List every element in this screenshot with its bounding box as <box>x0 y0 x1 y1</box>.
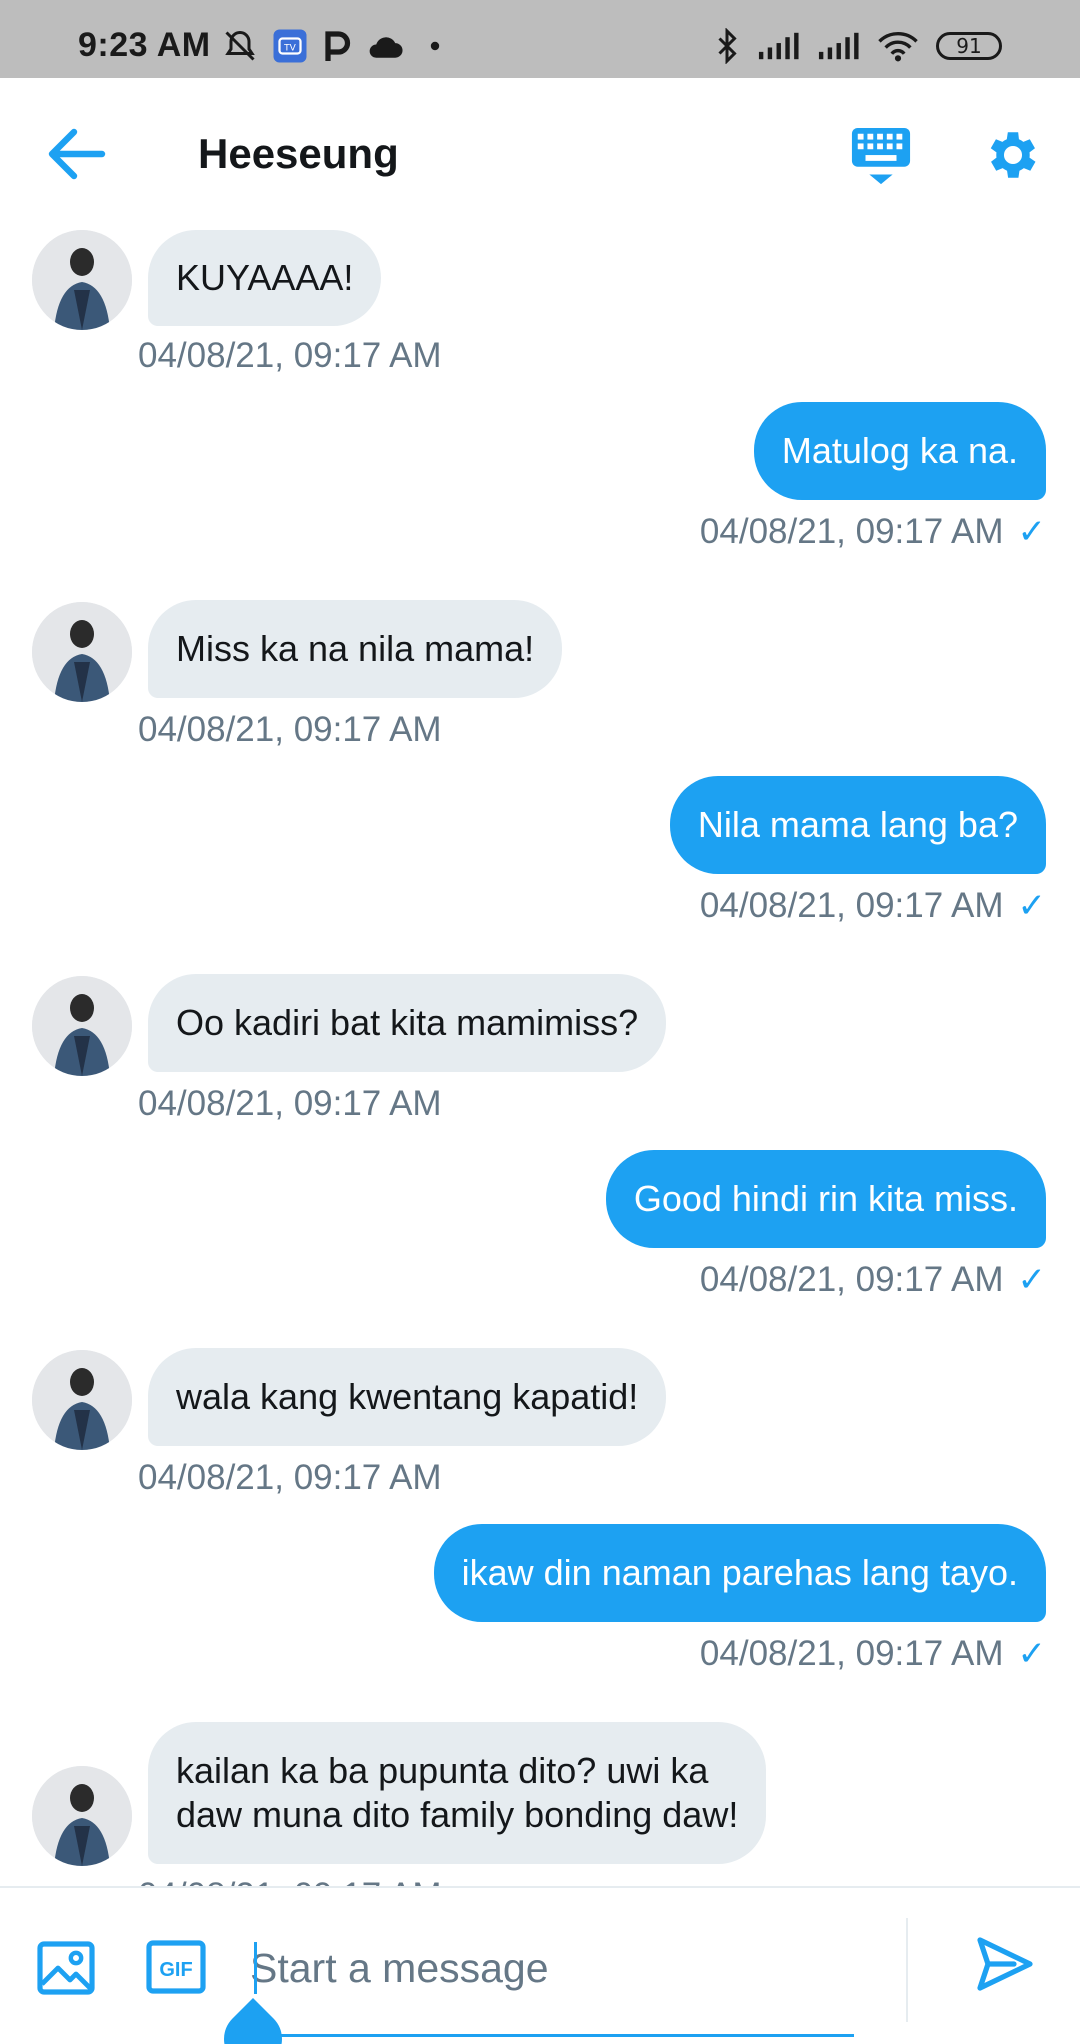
gif-label: GIF <box>159 1959 192 1981</box>
mute-bell-icon <box>225 30 255 61</box>
battery-icon: 91 <box>936 32 1002 60</box>
message-list[interactable]: KUYAAAA! 04/08/21, 09:17 AM Matulog ka n… <box>0 230 1080 1886</box>
wifi-icon <box>878 32 918 62</box>
message-timestamp: 04/08/21, 09:17 AM <box>138 710 442 749</box>
message-bubble-incoming[interactable]: Miss ka na nila mama! <box>148 600 563 698</box>
status-right-icons: 91 <box>714 28 1002 64</box>
message-timestamp: 04/08/21, 09:17 AM ✓ <box>700 886 1046 926</box>
message-timestamp: 04/08/21, 09:17 AM <box>138 1458 442 1497</box>
avatar[interactable] <box>32 230 132 330</box>
tv-app-icon: TV <box>273 29 307 63</box>
read-check-icon: ✓ <box>1017 1261 1047 1299</box>
message-bubble-outgoing[interactable]: Nila mama lang ba? <box>669 776 1046 874</box>
avatar[interactable] <box>32 1350 132 1450</box>
read-check-icon: ✓ <box>1017 887 1047 925</box>
signal-icon <box>758 32 799 60</box>
text-cursor <box>254 1942 257 1994</box>
timestamp-text: 04/08/21, 09:17 AM <box>699 512 1004 551</box>
cloud-icon <box>369 37 403 58</box>
dot-icon <box>430 41 440 51</box>
svg-text:TV: TV <box>283 44 296 54</box>
bluetooth-icon <box>718 28 737 64</box>
message-timestamp: 04/08/21, 09:17 AM ✓ <box>700 1260 1046 1300</box>
image-icon[interactable] <box>36 1938 96 1998</box>
read-check-icon: ✓ <box>1017 513 1047 551</box>
gear-icon[interactable] <box>982 124 1044 186</box>
message-timestamp: 04/08/21, 09:17 AM ✓ <box>700 1634 1046 1674</box>
message-text-line: kailan ka ba pupunta dito? uwi ka <box>176 1750 709 1791</box>
message-bubble-incoming[interactable]: kailan ka ba pupunta dito? uwi ka daw mu… <box>148 1722 767 1864</box>
message-timestamp: 04/08/21, 09:17 AM <box>138 1876 442 1886</box>
p-app-icon <box>325 31 351 61</box>
message-timestamp: 04/08/21, 09:17 AM ✓ <box>700 512 1046 552</box>
status-time: 9:23 AM <box>78 26 211 64</box>
message-timestamp: 04/08/21, 09:17 AM <box>138 336 442 375</box>
message-timestamp: 04/08/21, 09:17 AM <box>138 1084 442 1123</box>
timestamp-text: 04/08/21, 09:17 AM <box>699 1260 1004 1299</box>
message-text-line: daw muna dito family bonding daw! <box>176 1794 739 1835</box>
message-composer: GIF <box>0 1886 1080 2044</box>
status-left-icons: TV <box>222 28 442 64</box>
message-bubble-outgoing[interactable]: Good hindi rin kita miss. <box>605 1150 1046 1248</box>
keyboard-icon[interactable] <box>850 126 912 188</box>
avatar[interactable] <box>32 602 132 702</box>
message-bubble-incoming[interactable]: KUYAAAA! <box>148 230 382 326</box>
avatar[interactable] <box>32 1766 132 1866</box>
message-bubble-outgoing[interactable]: ikaw din naman parehas lang tayo. <box>433 1524 1046 1622</box>
gif-icon[interactable]: GIF <box>146 1940 206 1994</box>
composer-divider <box>906 1918 908 2022</box>
message-bubble-incoming[interactable]: Oo kadiri bat kita mamimiss? <box>148 974 667 1072</box>
send-icon[interactable] <box>974 1934 1034 1994</box>
message-input[interactable] <box>250 1928 860 2008</box>
conversation-header: Heeseung <box>0 78 1080 230</box>
input-underline <box>270 2034 854 2037</box>
avatar[interactable] <box>32 976 132 1076</box>
timestamp-text: 04/08/21, 09:17 AM <box>699 886 1004 925</box>
timestamp-text: 04/08/21, 09:17 AM <box>699 1634 1004 1673</box>
back-arrow-icon[interactable] <box>46 126 106 182</box>
signal-icon <box>818 32 859 60</box>
message-bubble-incoming[interactable]: wala kang kwentang kapatid! <box>148 1348 667 1446</box>
message-bubble-outgoing[interactable]: Matulog ka na. <box>753 402 1046 500</box>
status-bar: 9:23 AM TV 91 <box>0 0 1080 78</box>
read-check-icon: ✓ <box>1017 1635 1047 1673</box>
conversation-title: Heeseung <box>198 130 399 177</box>
